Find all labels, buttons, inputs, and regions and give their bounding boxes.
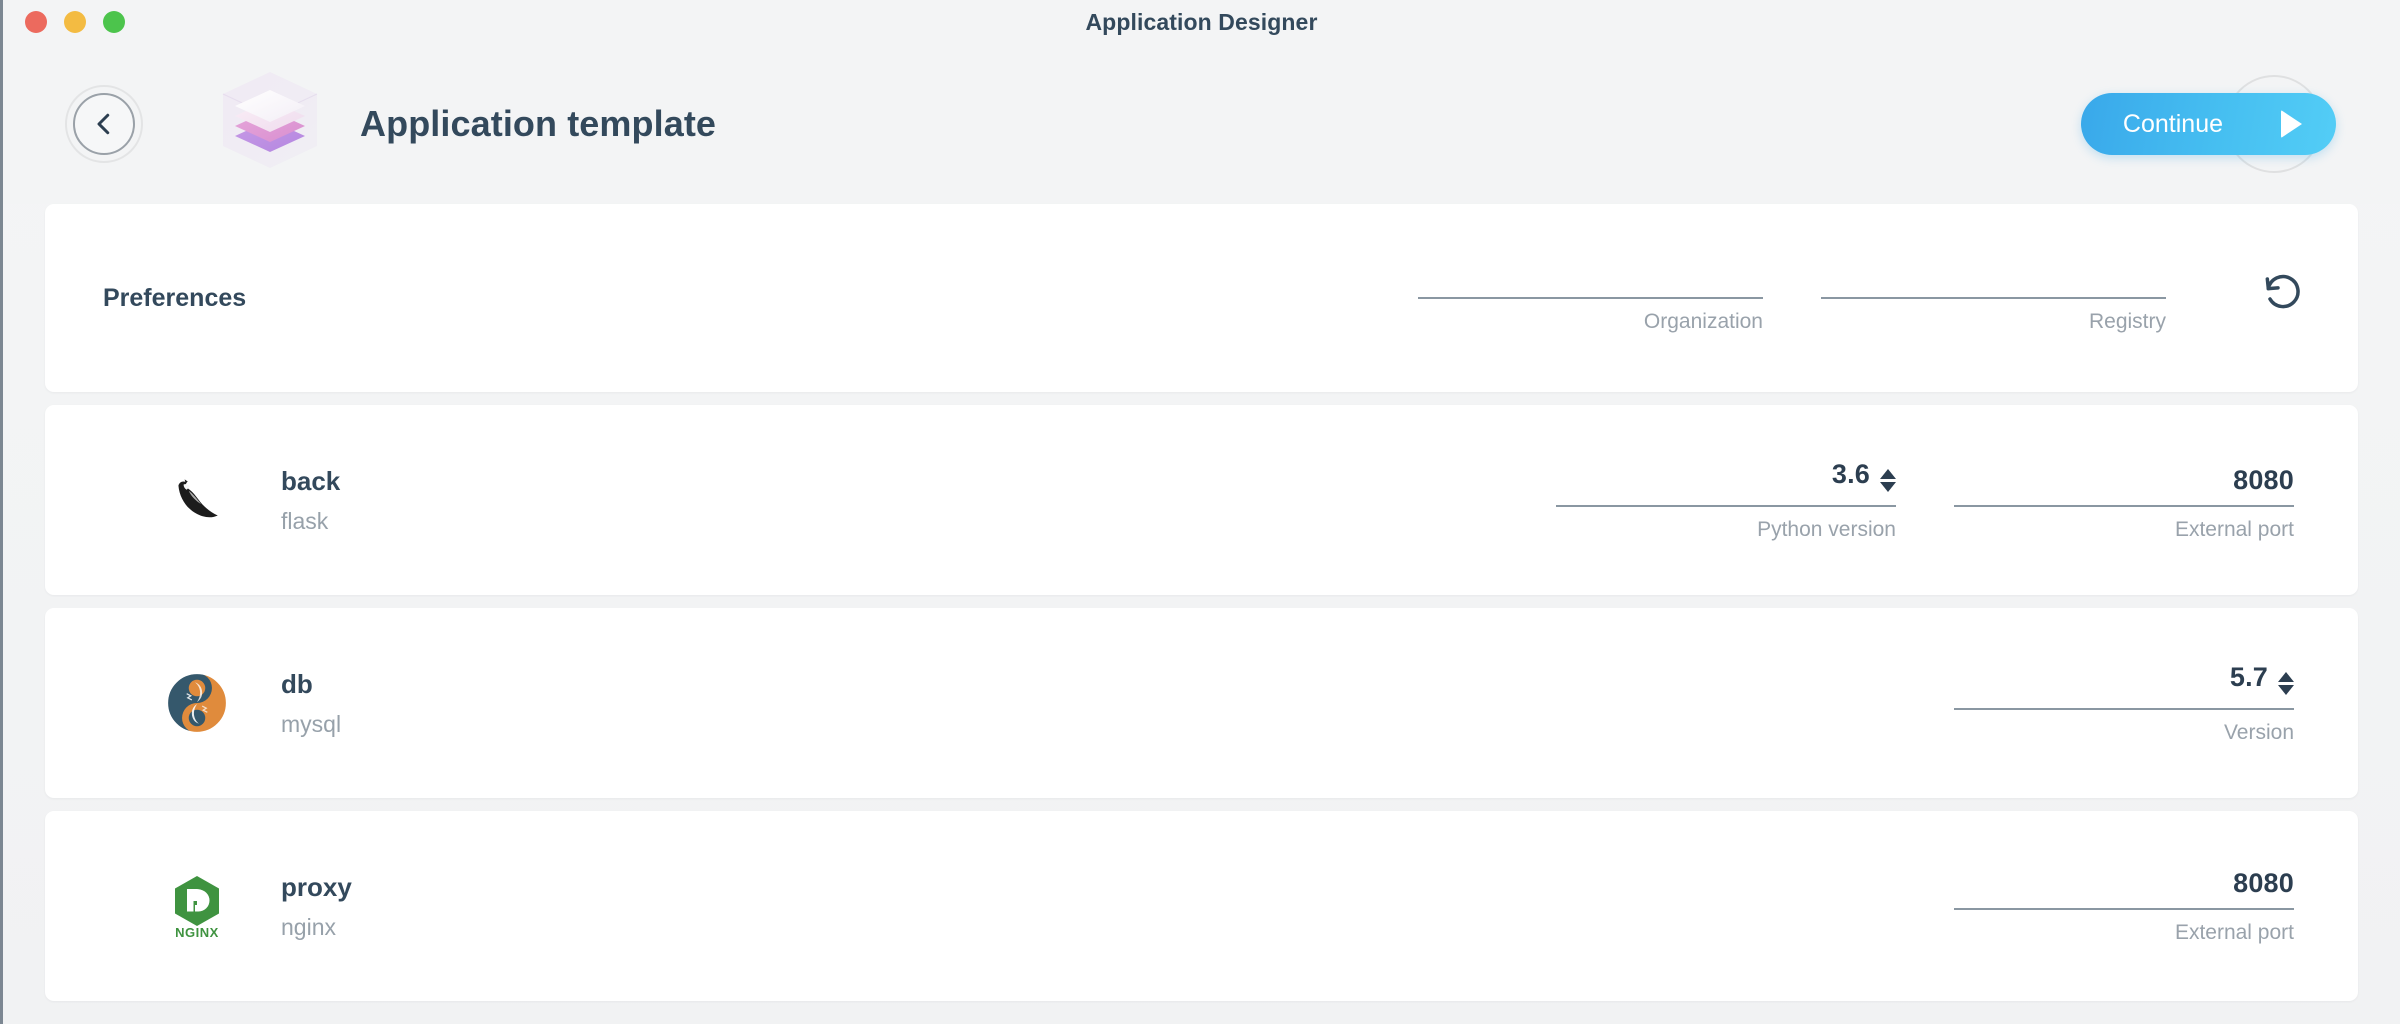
- back-external-port-label: External port: [2174, 517, 2294, 541]
- organization-field: Organization: [1418, 263, 1763, 334]
- db-version-label: Version: [2223, 720, 2294, 744]
- continue-button[interactable]: Continue: [2080, 93, 2336, 155]
- proxy-external-port-input[interactable]: 8080: [1954, 868, 2294, 910]
- svg-text:NGINX: NGINX: [175, 925, 219, 940]
- python-version-input[interactable]: 3.6: [1556, 459, 1896, 507]
- service-image: mysql: [281, 710, 342, 737]
- reset-button[interactable]: [2260, 270, 2306, 316]
- stepper-up-icon[interactable]: [1880, 468, 1896, 479]
- python-version-value: 3.6: [1831, 458, 1870, 489]
- back-button[interactable]: [65, 85, 143, 163]
- play-triangle-icon: [2281, 110, 2302, 138]
- page-title: Application template: [360, 103, 717, 144]
- layer-stack-icon: [205, 64, 335, 184]
- proxy-external-port-field: 8080 External port: [1954, 868, 2294, 945]
- service-fields-db: 5.7 Version: [1954, 662, 2306, 745]
- python-version-stepper[interactable]: [1880, 468, 1896, 492]
- back-external-port-input[interactable]: 8080: [1954, 465, 2294, 507]
- service-name: db: [281, 668, 313, 699]
- page-header: Application template Continue: [3, 44, 2400, 204]
- titlebar: Application Designer: [3, 0, 2400, 44]
- preferences-title: Preferences: [103, 283, 247, 312]
- stepper-down-icon[interactable]: [2278, 684, 2294, 695]
- service-card-back: back flask 3.6 Python version 8080 Exter…: [45, 405, 2358, 595]
- service-image: nginx: [281, 913, 336, 940]
- service-card-db: db mysql 5.7 Version: [45, 608, 2358, 798]
- db-version-stepper[interactable]: [2278, 671, 2294, 695]
- service-text-proxy: proxy nginx: [281, 872, 352, 941]
- service-fields-proxy: 8080 External port: [1954, 868, 2306, 945]
- window-title: Application Designer: [1085, 8, 1318, 35]
- stepper-up-icon[interactable]: [2278, 671, 2294, 682]
- content-area: Preferences Organization Registry back f…: [3, 204, 2400, 1001]
- registry-label: Registry: [2088, 309, 2166, 333]
- header-actions: Continue: [2080, 75, 2350, 173]
- db-version-value: 5.7: [2229, 661, 2268, 692]
- registry-input[interactable]: [1821, 263, 2166, 299]
- service-image: flask: [281, 507, 329, 534]
- service-card-proxy: NGINX proxy nginx 8080 External port: [45, 811, 2358, 1001]
- organization-label: Organization: [1643, 309, 1763, 333]
- flask-logo-icon: [161, 464, 233, 536]
- service-name: proxy: [281, 871, 352, 902]
- preferences-card: Preferences Organization Registry: [45, 204, 2358, 392]
- python-version-field: 3.6 Python version: [1556, 459, 1896, 542]
- back-external-port-field: 8080 External port: [1954, 465, 2294, 542]
- proxy-external-port-value: 8080: [2233, 867, 2294, 898]
- proxy-external-port-label: External port: [2174, 920, 2294, 944]
- registry-field: Registry: [1821, 263, 2166, 334]
- service-fields-back: 3.6 Python version 8080 External port: [1556, 459, 2306, 542]
- service-text-back: back flask: [281, 466, 340, 535]
- service-text-db: db mysql: [281, 669, 341, 738]
- preferences-fields: Organization Registry: [1418, 263, 2306, 334]
- nginx-logo-icon: NGINX: [161, 870, 233, 942]
- db-version-field: 5.7 Version: [1954, 662, 2294, 745]
- back-external-port-value: 8080: [2233, 464, 2294, 495]
- python-version-label: Python version: [1757, 517, 1896, 541]
- reset-rotate-ccw-icon: [2263, 273, 2303, 313]
- mysql-logo-icon: [161, 667, 233, 739]
- chevron-left-icon: [89, 109, 119, 139]
- organization-input[interactable]: [1418, 263, 1763, 299]
- stepper-down-icon[interactable]: [1880, 481, 1896, 492]
- continue-button-label: Continue: [2122, 109, 2223, 138]
- back-button-inner: [73, 93, 135, 155]
- service-name: back: [281, 465, 341, 496]
- db-version-input[interactable]: 5.7: [1954, 662, 2294, 710]
- app-window: Application Designer Application templat…: [0, 0, 2400, 1024]
